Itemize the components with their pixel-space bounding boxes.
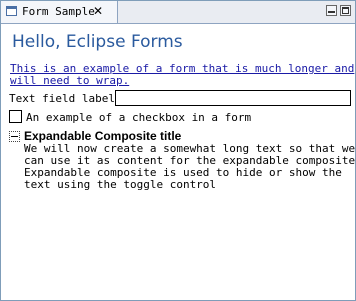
view-icon [6,6,17,16]
view-tab-bar: Form Sample ✕ [1,1,355,24]
checkbox-label[interactable]: An example of a checkbox in a form [26,111,251,124]
wrap-link[interactable]: This is an example of a form that is muc… [10,63,354,87]
text-field-input[interactable] [115,90,351,106]
form-title: Hello, Eclipse Forms [12,32,183,52]
text-field-label: Text field label: [9,92,122,105]
tab-form-sample[interactable]: Form Sample ✕ [1,1,118,23]
close-icon[interactable]: ✕ [93,5,103,17]
maximize-icon[interactable] [340,5,351,16]
tab-title: Form Sample [22,5,95,18]
form-sample-view: Form Sample ✕ Hello, Eclipse Forms This … [0,0,356,301]
collapse-toggle-icon[interactable] [9,131,20,142]
checkbox[interactable] [9,110,22,123]
link-line[interactable]: will need to wrap. [10,75,345,87]
content-line: text using the toggle control [24,178,217,191]
expandable-composite-title[interactable]: Expandable Composite title [24,129,181,143]
expandable-composite-content: We will now create a somewhat long text … [24,143,356,191]
minimize-icon[interactable] [326,5,337,16]
